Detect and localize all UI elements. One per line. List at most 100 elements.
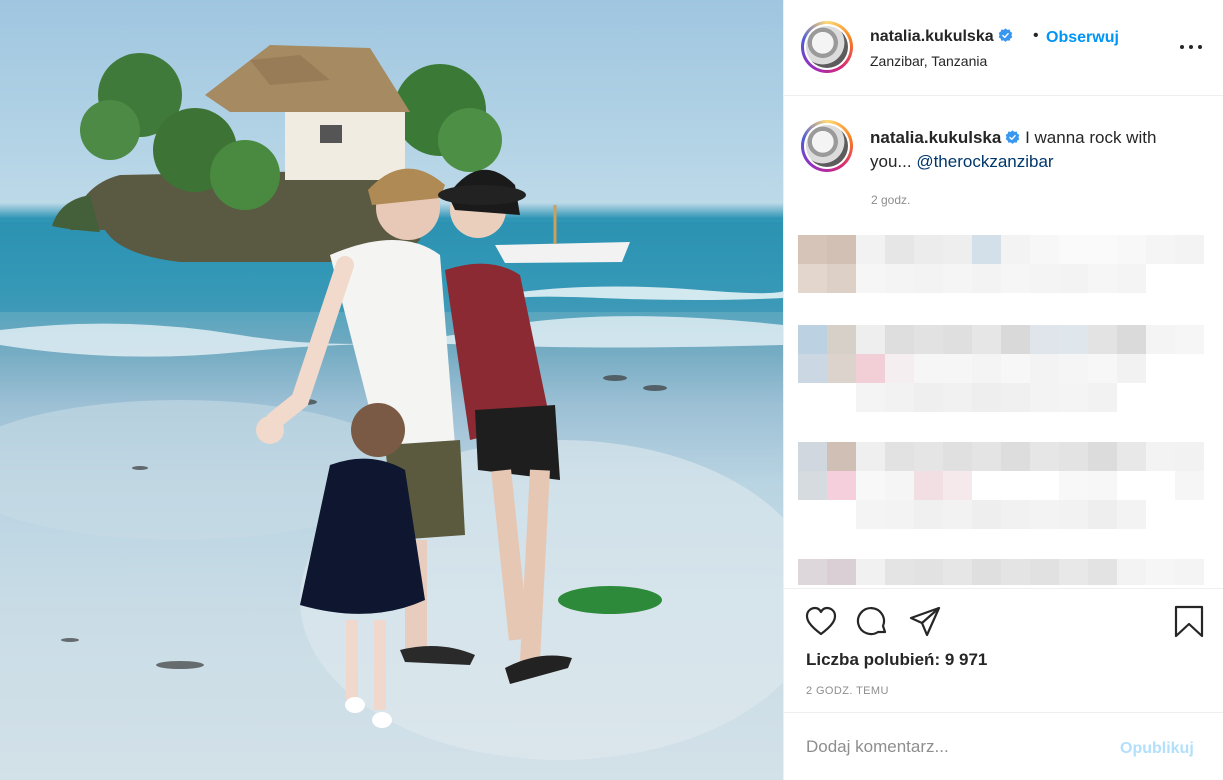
- pixelated-comment-block: [943, 264, 972, 293]
- pixelated-comment-block: [856, 442, 885, 471]
- pixelated-comment-block: [914, 264, 943, 293]
- pixelated-comment-block: [856, 383, 885, 412]
- post-actions: Liczba polubień: 9 971 2 GODZ. TEMU: [784, 588, 1223, 712]
- pixelated-comment-block: [1117, 325, 1146, 354]
- pixelated-comment-block: [1030, 559, 1059, 585]
- pixelated-comment-block: [943, 325, 972, 354]
- pixelated-comment-block: [972, 442, 1001, 471]
- caption-mention-link[interactable]: @therockzanzibar: [916, 152, 1053, 171]
- pixelated-comment-block: [943, 383, 972, 412]
- location-link[interactable]: Zanzibar, Tanzania: [870, 53, 987, 69]
- pixelated-comment-block: [943, 354, 972, 383]
- pixelated-comment-block: [856, 354, 885, 383]
- pixelated-comment-block: [1030, 325, 1059, 354]
- post-side-panel: natalia.kukulska • Obserwuj Zanzibar, Ta…: [783, 0, 1223, 780]
- pixelated-comment-block: [798, 442, 827, 471]
- pixelated-comment-block: [943, 500, 972, 529]
- pixelated-comment-block: [1175, 559, 1204, 585]
- pixelated-comment-block: [885, 383, 914, 412]
- pixelated-comment-block: [1088, 325, 1117, 354]
- pixelated-comment-block: [1175, 325, 1204, 354]
- pixelated-comment-block: [798, 264, 827, 293]
- pixelated-comment-block: [1030, 235, 1059, 264]
- post-timestamp[interactable]: 2 GODZ. TEMU: [806, 685, 889, 697]
- pixelated-comment-block: [1117, 354, 1146, 383]
- pixelated-comment-block: [914, 354, 943, 383]
- post-caption: natalia.kukulska I wanna rock with you..…: [870, 126, 1200, 174]
- pixelated-comment-block: [1030, 264, 1059, 293]
- pixelated-comment-block: [1088, 264, 1117, 293]
- pixelated-comment-block: [1001, 325, 1030, 354]
- caption-timestamp[interactable]: 2 godz.: [871, 193, 910, 207]
- pixelated-comment-block: [1059, 559, 1088, 585]
- pixelated-comment-block: [1088, 471, 1117, 500]
- pixelated-comment-block: [798, 235, 827, 264]
- pixelated-comment-block: [1001, 442, 1030, 471]
- pixelated-comment-block: [972, 325, 1001, 354]
- pixelated-comment-block: [885, 500, 914, 529]
- pixelated-comment-block: [972, 264, 1001, 293]
- more-options-icon[interactable]: [1178, 34, 1204, 60]
- pixelated-comment-block: [972, 500, 1001, 529]
- post-header: natalia.kukulska • Obserwuj Zanzibar, Ta…: [784, 0, 1223, 96]
- pixelated-comment-block: [943, 559, 972, 585]
- pixelated-comment-block: [856, 500, 885, 529]
- pixelated-comment-block: [1117, 235, 1146, 264]
- comment-input[interactable]: [806, 735, 1106, 759]
- pixelated-comment-block: [943, 442, 972, 471]
- pixelated-comment-block: [1088, 235, 1117, 264]
- pixelated-comment-block: [1001, 235, 1030, 264]
- pixelated-comment-block: [972, 559, 1001, 585]
- comment-icon[interactable]: [856, 605, 890, 639]
- author-username[interactable]: natalia.kukulska: [870, 28, 994, 45]
- pixelated-comment-block: [1117, 442, 1146, 471]
- pixelated-comment-block: [1175, 235, 1204, 264]
- bookmark-icon[interactable]: [1172, 605, 1206, 639]
- pixelated-comment-block: [1088, 442, 1117, 471]
- pixelated-comment-block: [827, 264, 856, 293]
- share-icon[interactable]: [908, 605, 942, 639]
- pixelated-comment-block: [885, 442, 914, 471]
- heart-icon[interactable]: [804, 605, 838, 639]
- author-username-link[interactable]: natalia.kukulska: [870, 28, 1013, 46]
- pixelated-comment-block: [827, 442, 856, 471]
- pixelated-comment-block: [1088, 500, 1117, 529]
- pixelated-comment-block: [1059, 442, 1088, 471]
- pixelated-comment-block: [1175, 442, 1204, 471]
- pixelated-comment-block: [856, 235, 885, 264]
- pixelated-comment-block: [914, 500, 943, 529]
- pixelated-comment-block: [1059, 325, 1088, 354]
- pixelated-comment-block: [1088, 559, 1117, 585]
- pixelated-comment-block: [914, 442, 943, 471]
- pixelated-comment-block: [885, 235, 914, 264]
- caption-username[interactable]: natalia.kukulska: [870, 128, 1001, 147]
- post-photo[interactable]: [0, 0, 783, 780]
- pixelated-comment-block: [1001, 383, 1030, 412]
- likes-count[interactable]: Liczba polubień: 9 971: [806, 650, 987, 670]
- caption-avatar[interactable]: [801, 120, 853, 172]
- post-photo-illustration: [0, 45, 783, 760]
- pixelated-comment-block: [827, 559, 856, 585]
- pixelated-comment-block: [885, 325, 914, 354]
- pixelated-comment-block: [856, 325, 885, 354]
- pixelated-comment-block: [914, 383, 943, 412]
- pixelated-comment-block: [1059, 471, 1088, 500]
- pixelated-comment-block: [1059, 500, 1088, 529]
- author-avatar[interactable]: [801, 21, 853, 73]
- pixelated-comment-block: [827, 471, 856, 500]
- pixelated-comment-block: [798, 354, 827, 383]
- pixelated-comment-block: [798, 325, 827, 354]
- separator-dot: •: [1033, 27, 1039, 44]
- pixelated-comment-block: [1117, 559, 1146, 585]
- pixelated-comment-block: [885, 264, 914, 293]
- follow-button[interactable]: Obserwuj: [1046, 29, 1119, 47]
- publish-button[interactable]: Opublikuj: [1120, 740, 1194, 758]
- pixelated-comment-block: [885, 471, 914, 500]
- pixelated-comment-block: [1001, 354, 1030, 383]
- pixelated-comment-block: [1001, 500, 1030, 529]
- pixelated-comment-block: [1117, 500, 1146, 529]
- pixelated-comment-block: [856, 559, 885, 585]
- pixelated-comment-block: [856, 264, 885, 293]
- pixelated-comment-block: [914, 325, 943, 354]
- pixelated-comment-block: [914, 235, 943, 264]
